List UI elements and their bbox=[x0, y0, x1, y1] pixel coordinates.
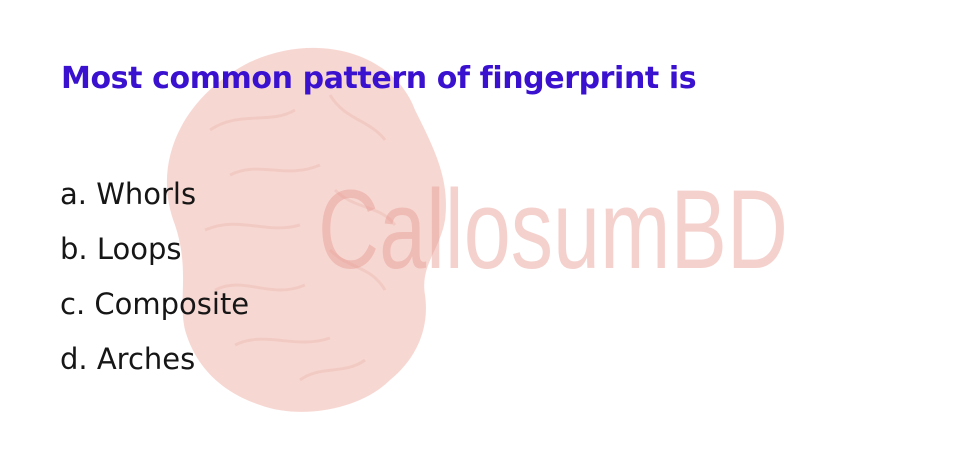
option-a: a. Whorls bbox=[60, 177, 197, 211]
options-list: a. Whorls b. Loops c. Composite d. Arche… bbox=[60, 167, 249, 387]
option-b: b. Loops bbox=[60, 232, 182, 266]
option-d: d. Arches bbox=[60, 342, 196, 376]
option-c: c. Composite bbox=[60, 287, 250, 321]
watermark-text: CallosumBD bbox=[318, 167, 788, 292]
question-title: Most common pattern of fingerprint is bbox=[61, 61, 697, 96]
